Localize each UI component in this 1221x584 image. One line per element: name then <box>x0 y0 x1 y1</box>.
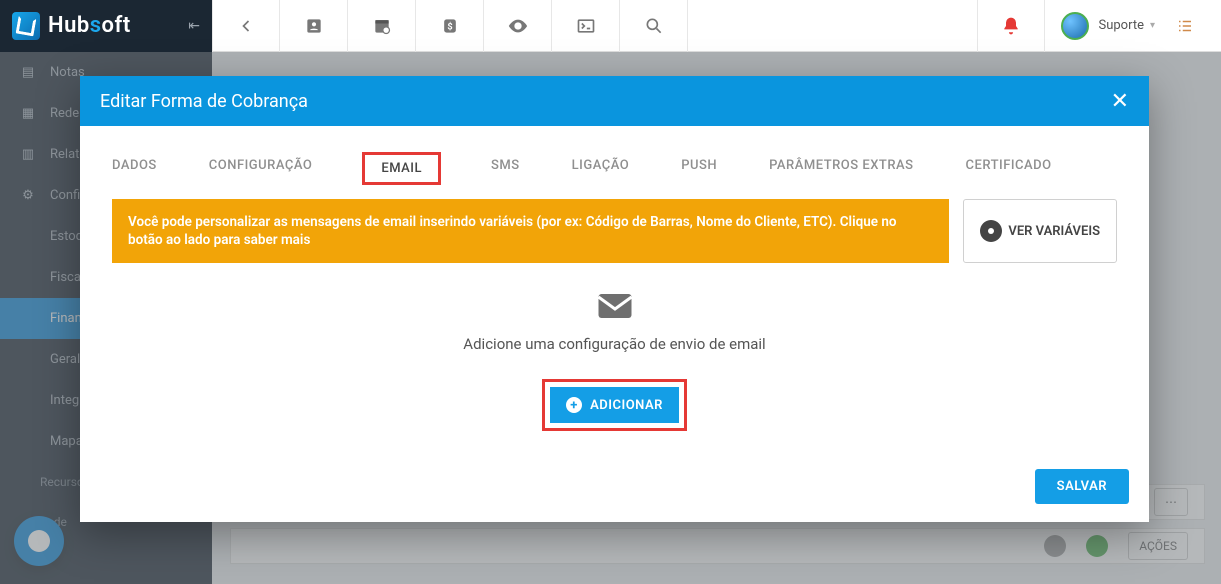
tab-push[interactable]: PUSH <box>679 152 719 185</box>
eye-icon <box>980 220 1002 242</box>
modal-body: Você pode personalizar as mensagens de e… <box>80 199 1149 449</box>
add-button-label: ADICIONAR <box>590 398 663 413</box>
tab-dados[interactable]: DADOS <box>110 152 159 185</box>
list-view-icon[interactable] <box>1165 17 1205 35</box>
topbar-tools: $ <box>212 0 1045 52</box>
empty-text: Adicione uma configuração de envio de em… <box>108 335 1121 353</box>
terminal-icon[interactable] <box>552 0 620 52</box>
tab-ligacao[interactable]: LIGAÇÃO <box>570 152 632 185</box>
user-label: Suporte <box>1099 18 1144 33</box>
edit-billing-modal: Editar Forma de Cobrança ✕ DADOS CONFIGU… <box>80 76 1149 522</box>
svg-text:$: $ <box>447 21 452 32</box>
tab-certificado[interactable]: CERTIFICADO <box>964 152 1054 185</box>
avatar[interactable] <box>1061 12 1089 40</box>
sidebar-collapse-icon[interactable]: ⇤ <box>188 18 200 34</box>
tab-sms[interactable]: SMS <box>489 152 522 185</box>
notifications-icon[interactable] <box>977 0 1045 52</box>
chevron-down-icon: ▾ <box>1150 20 1155 31</box>
billing-icon[interactable]: $ <box>416 0 484 52</box>
modal-title: Editar Forma de Cobrança <box>100 91 308 112</box>
modal-footer: SALVAR <box>80 449 1149 522</box>
tab-email[interactable]: EMAIL <box>362 152 441 185</box>
back-icon[interactable] <box>212 0 280 52</box>
brand-logo-icon <box>12 12 40 40</box>
add-button-wrap: + ADICIONAR <box>108 379 1121 431</box>
info-alert: Você pode personalizar as mensagens de e… <box>112 199 949 263</box>
brand-part1: Hub <box>48 13 90 38</box>
plus-icon: + <box>566 397 582 413</box>
add-button-highlight: + ADICIONAR <box>542 379 687 431</box>
close-icon[interactable]: ✕ <box>1111 89 1129 114</box>
visibility-icon[interactable] <box>484 0 552 52</box>
topbar-user: Suporte ▾ <box>1045 12 1221 40</box>
modal-tabs: DADOS CONFIGURAÇÃO EMAIL SMS LIGAÇÃO PUS… <box>80 126 1149 199</box>
alert-row: Você pode personalizar as mensagens de e… <box>112 199 1117 263</box>
tab-configuracao[interactable]: CONFIGURAÇÃO <box>207 152 315 185</box>
calendar-icon[interactable] <box>348 0 416 52</box>
mail-icon <box>597 291 633 321</box>
topbar: Hubsoft ⇤ $ Suporte ▾ <box>0 0 1221 52</box>
search-icon[interactable] <box>620 0 688 52</box>
brand-block[interactable]: Hubsoft ⇤ <box>0 0 212 52</box>
user-menu[interactable]: Suporte ▾ <box>1099 18 1156 33</box>
view-variables-label: VER VARIÁVEIS <box>1008 224 1100 239</box>
save-button[interactable]: SALVAR <box>1035 469 1129 504</box>
brand-text: Hubsoft <box>48 13 131 38</box>
add-button[interactable]: + ADICIONAR <box>550 387 679 423</box>
brand-part2: s <box>90 13 102 38</box>
tab-parametros[interactable]: PARÂMETROS EXTRAS <box>767 152 915 185</box>
brand-part3: oft <box>102 13 131 38</box>
view-variables-button[interactable]: VER VARIÁVEIS <box>963 199 1117 263</box>
modal-header: Editar Forma de Cobrança ✕ <box>80 76 1149 126</box>
empty-state: Adicione uma configuração de envio de em… <box>108 263 1121 363</box>
contact-icon[interactable] <box>280 0 348 52</box>
